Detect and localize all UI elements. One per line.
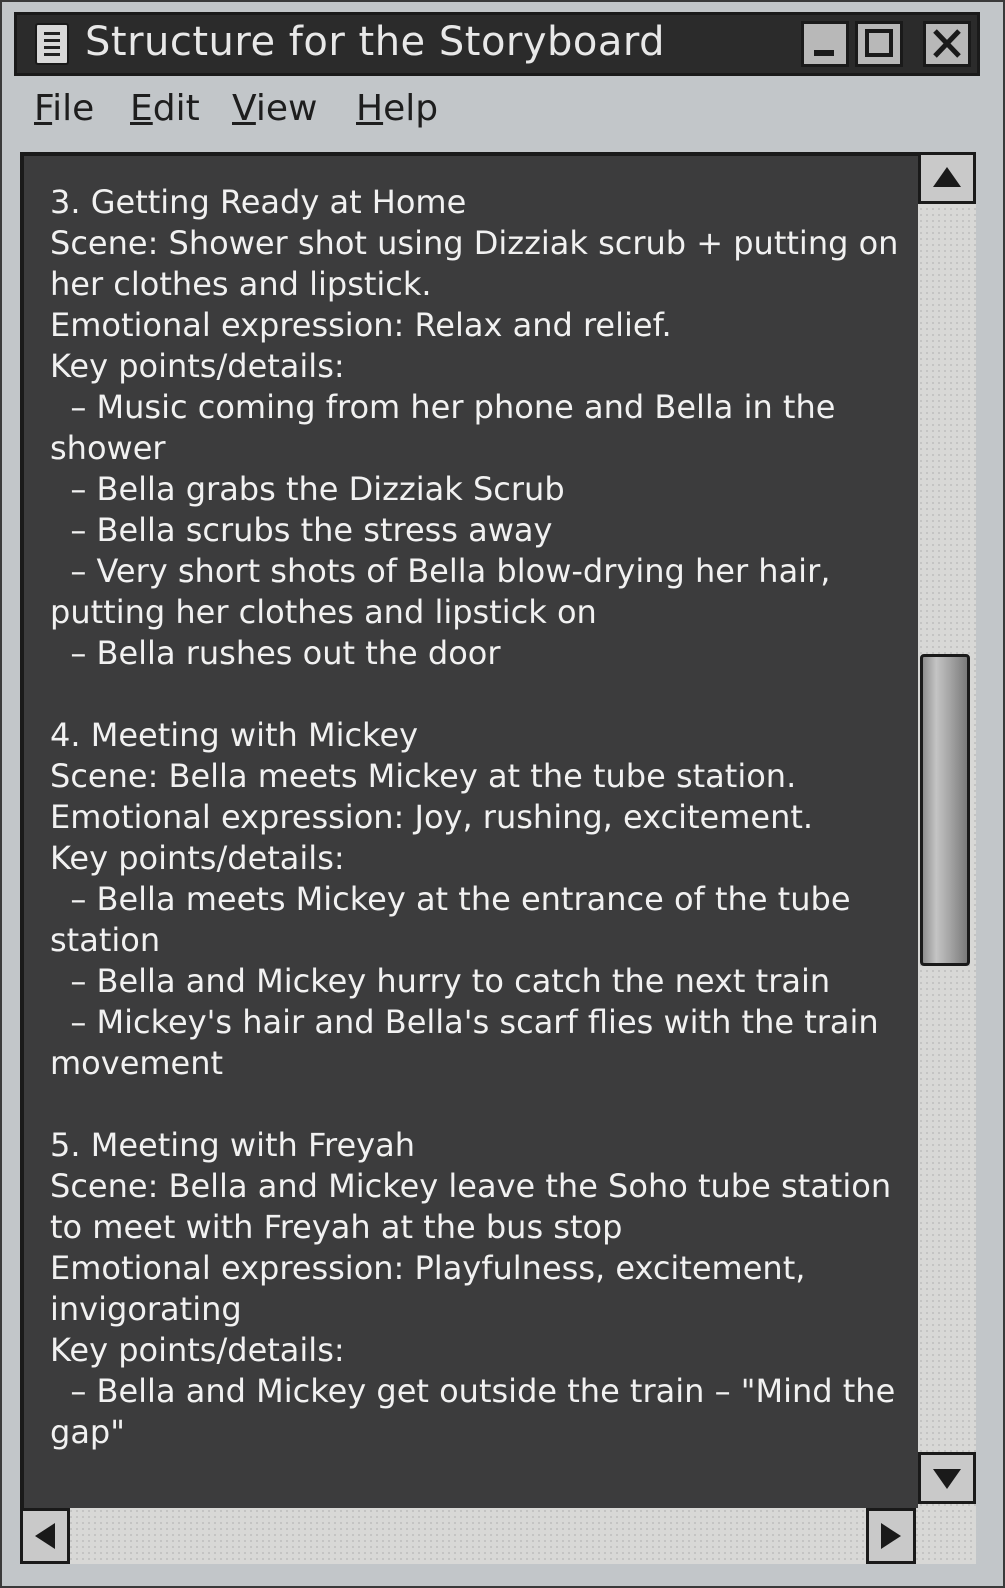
vertical-scrollbar[interactable] <box>918 152 976 1508</box>
maximize-icon <box>865 29 893 57</box>
title-bar[interactable]: Structure for the Storyboard <box>14 12 980 76</box>
scroll-right-button[interactable] <box>866 1508 916 1564</box>
document-text: 3. Getting Ready at Home Scene: Shower s… <box>50 183 899 1451</box>
menu-edit[interactable]: Edit <box>130 88 200 129</box>
horizontal-scrollbar[interactable] <box>20 1508 976 1564</box>
menu-bar: File Edit View Help <box>14 82 980 140</box>
scroll-left-button[interactable] <box>20 1508 70 1564</box>
menu-help[interactable]: Help <box>356 88 438 129</box>
vertical-scroll-thumb[interactable] <box>920 654 970 966</box>
arrow-right-icon <box>881 1523 901 1549</box>
menu-view[interactable]: View <box>232 88 317 129</box>
close-button[interactable] <box>923 21 971 67</box>
arrow-up-icon <box>933 167 961 187</box>
window-title: Structure for the Storyboard <box>85 19 666 65</box>
minimize-icon <box>814 50 834 56</box>
menu-file[interactable]: File <box>34 88 94 129</box>
close-icon <box>933 29 961 58</box>
document-icon <box>35 23 69 65</box>
document-text-area[interactable]: 3. Getting Ready at Home Scene: Shower s… <box>20 152 918 1508</box>
maximize-button[interactable] <box>855 21 903 67</box>
arrow-down-icon <box>933 1469 961 1489</box>
app-window: Structure for the Storyboard File Edit V… <box>0 0 1005 1588</box>
arrow-left-icon <box>35 1523 55 1549</box>
scroll-down-button[interactable] <box>918 1452 976 1504</box>
scroll-up-button[interactable] <box>918 152 976 204</box>
minimize-button[interactable] <box>801 21 849 67</box>
